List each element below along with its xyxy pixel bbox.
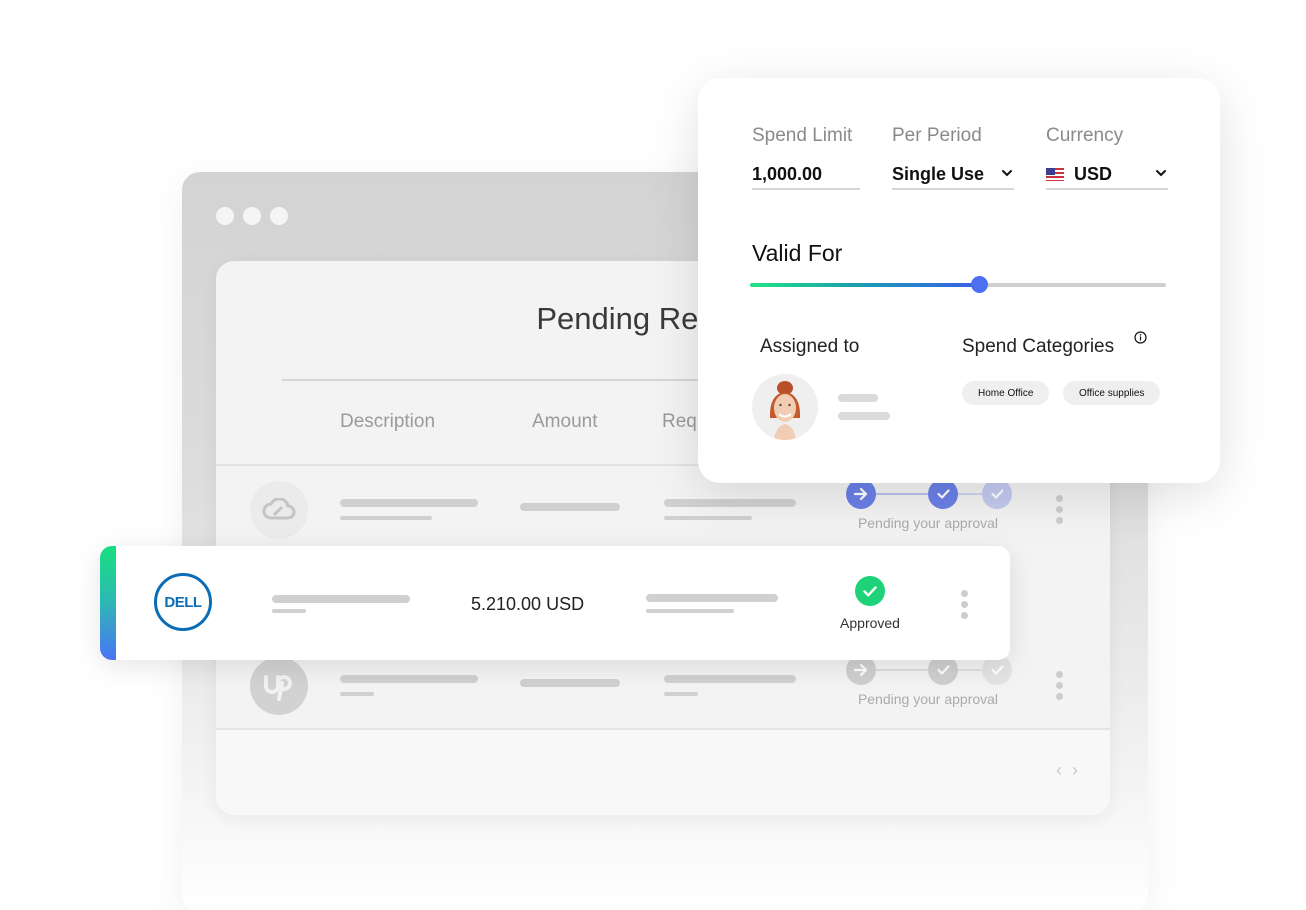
per-period-value: Single Use bbox=[892, 163, 985, 184]
description-placeholder bbox=[340, 675, 478, 683]
spend-categories-label: Spend Categories bbox=[962, 336, 1115, 357]
step-connector bbox=[876, 493, 929, 495]
row-accent-bar bbox=[100, 546, 116, 660]
requester-sub-placeholder bbox=[664, 692, 698, 696]
creative-cloud-icon bbox=[250, 481, 308, 539]
requester-sub-placeholder bbox=[664, 516, 752, 520]
requester-sub-placeholder bbox=[646, 609, 734, 613]
window-close-button[interactable] bbox=[216, 207, 234, 225]
slider-fill bbox=[750, 283, 979, 287]
spend-limit-input[interactable]: 1,000.00 bbox=[752, 160, 860, 190]
approval-steps bbox=[846, 479, 1012, 509]
requester-placeholder bbox=[664, 675, 796, 683]
column-header-description[interactable]: Description bbox=[340, 411, 435, 433]
dell-logo-icon: DELL bbox=[154, 573, 212, 631]
check-icon bbox=[928, 479, 958, 509]
currency-select[interactable]: USD bbox=[1046, 160, 1168, 190]
status-text: Pending your approval bbox=[857, 691, 999, 707]
description-sub-placeholder bbox=[340, 516, 432, 520]
assignee-name-placeholder bbox=[838, 394, 878, 402]
spend-limit-value: 1,000.00 bbox=[752, 163, 823, 184]
window-controls bbox=[216, 207, 288, 225]
status-text: Pending your approval bbox=[857, 515, 999, 531]
chevron-down-icon bbox=[1002, 170, 1012, 177]
us-flag-icon bbox=[1046, 167, 1064, 181]
valid-for-label: Valid For bbox=[752, 240, 843, 266]
currency-value: USD bbox=[1074, 163, 1113, 184]
check-icon bbox=[982, 479, 1012, 509]
slider-thumb[interactable] bbox=[970, 276, 988, 293]
status-badge: Approved bbox=[840, 615, 900, 631]
next-page-button[interactable]: › bbox=[1072, 760, 1078, 781]
currency-label: Currency bbox=[1046, 125, 1124, 146]
previous-page-button[interactable]: ‹ bbox=[1056, 760, 1062, 781]
approved-check-icon bbox=[855, 576, 885, 606]
column-header-amount[interactable]: Amount bbox=[532, 411, 597, 433]
arrow-right-icon bbox=[846, 479, 876, 509]
assignee-avatar[interactable] bbox=[752, 374, 818, 440]
per-period-select[interactable]: Single Use bbox=[892, 160, 1014, 190]
info-icon[interactable] bbox=[1134, 331, 1147, 344]
request-amount: 5.210.00 USD bbox=[471, 594, 585, 614]
valid-for-slider[interactable] bbox=[750, 276, 1166, 293]
window-maximize-button[interactable] bbox=[270, 207, 288, 225]
requester-placeholder bbox=[664, 499, 796, 507]
pagination: ‹ › bbox=[1056, 760, 1078, 781]
category-chip-office-supplies[interactable]: Office supplies bbox=[1063, 381, 1161, 405]
highlighted-request-row[interactable]: DELL 5.210.00 USD Approved bbox=[100, 546, 1010, 660]
per-period-label: Per Period bbox=[892, 125, 982, 146]
amount-placeholder bbox=[520, 679, 620, 687]
upwork-icon bbox=[250, 657, 308, 715]
description-placeholder bbox=[272, 595, 410, 603]
spend-limit-label: Spend Limit bbox=[752, 125, 853, 146]
description-sub-placeholder bbox=[272, 609, 306, 613]
step-connector bbox=[876, 669, 929, 671]
window-minimize-button[interactable] bbox=[243, 207, 261, 225]
description-placeholder bbox=[340, 499, 478, 507]
category-chip-home-office[interactable]: Home Office bbox=[962, 381, 1050, 405]
assignee-detail-placeholder bbox=[838, 412, 890, 420]
chevron-down-icon bbox=[1156, 170, 1166, 177]
more-options-icon[interactable] bbox=[1056, 671, 1064, 700]
more-options-icon[interactable] bbox=[1056, 495, 1064, 524]
table-footer bbox=[216, 730, 1110, 815]
amount-placeholder bbox=[520, 503, 620, 511]
card-settings-panel: Spend Limit 1,000.00 Per Period Single U… bbox=[698, 78, 1220, 483]
requester-placeholder bbox=[646, 594, 778, 602]
assigned-to-label: Assigned to bbox=[760, 336, 860, 357]
more-options-icon[interactable] bbox=[961, 590, 969, 619]
description-sub-placeholder bbox=[340, 692, 374, 696]
